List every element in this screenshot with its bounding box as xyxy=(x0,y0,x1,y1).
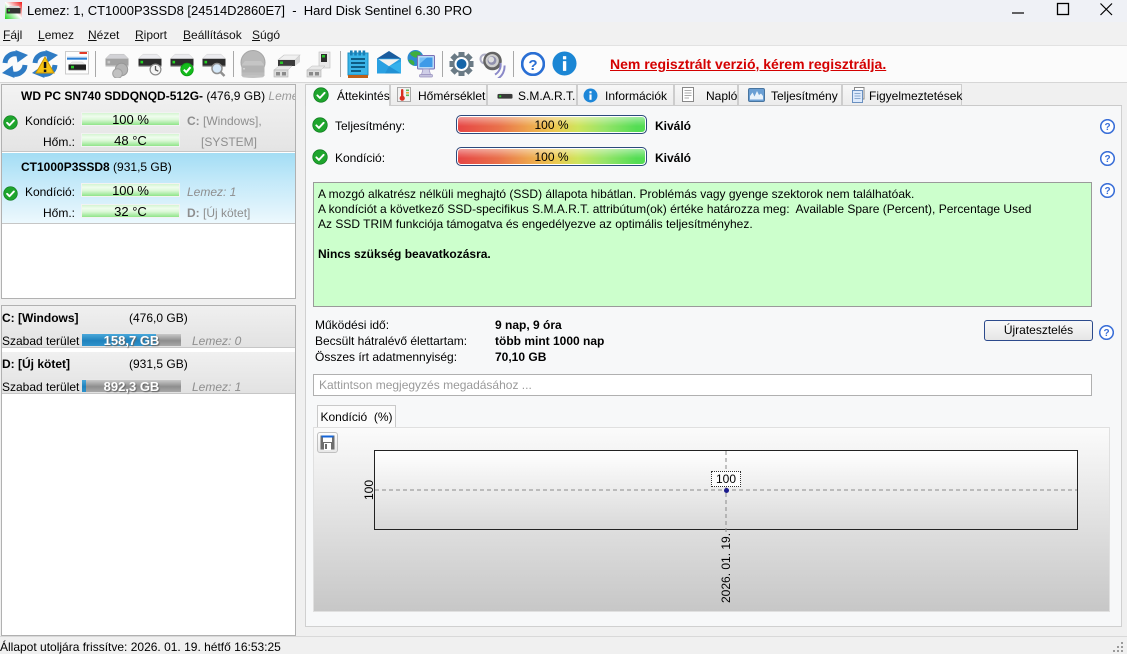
svg-text:?: ? xyxy=(528,57,537,74)
svg-text:?: ? xyxy=(1104,186,1110,197)
svg-text:?: ? xyxy=(1104,122,1110,133)
svg-text:?: ? xyxy=(1104,154,1110,165)
svg-text:?: ? xyxy=(1103,328,1109,339)
